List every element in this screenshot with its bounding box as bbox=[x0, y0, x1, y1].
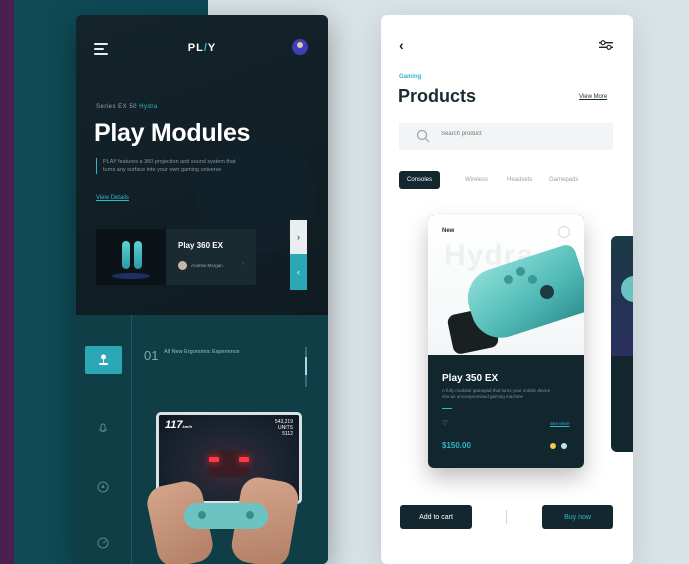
car-tail-light-left bbox=[209, 457, 219, 462]
gamepad-image bbox=[184, 503, 268, 529]
gamepad-dpad bbox=[540, 285, 554, 299]
gamepad-button bbox=[504, 275, 513, 284]
search-box[interactable] bbox=[399, 123, 613, 150]
tab-gamepads[interactable]: Gamepads bbox=[549, 171, 578, 189]
favorite-toggle[interactable] bbox=[558, 226, 570, 238]
tab-consoles[interactable]: Consoles bbox=[399, 171, 441, 189]
view-more-link[interactable]: View More bbox=[579, 94, 607, 100]
page-title: Products bbox=[398, 86, 477, 106]
rail-item-joystick[interactable] bbox=[85, 346, 122, 374]
product-description: A fully modular gamepad that turns your … bbox=[442, 388, 551, 399]
joystick-icon bbox=[99, 354, 108, 365]
product-image: New Hydra bbox=[428, 215, 584, 356]
background-purple-strip bbox=[0, 0, 14, 564]
play-modules-screen: PL/Y Series EX 50 Hydra Play Modules PLA… bbox=[76, 15, 328, 564]
product-name: Play 350 EX bbox=[442, 373, 499, 384]
category-kicker: Gaming bbox=[399, 74, 422, 80]
side-navigation bbox=[76, 315, 132, 564]
next-product-card[interactable] bbox=[611, 236, 633, 452]
product-price: $150.00 bbox=[442, 441, 471, 450]
heart-icon[interactable]: ♡ bbox=[442, 419, 448, 427]
brand-logo: PL/Y bbox=[187, 42, 217, 54]
back-arrow-icon[interactable]: ‹ bbox=[399, 37, 404, 53]
chevron-left-icon[interactable]: ‹ bbox=[290, 254, 307, 290]
hud-stats: 543,219 UNITS 5112 bbox=[274, 419, 293, 437]
series-label: Series EX 50 Hydra bbox=[96, 104, 158, 110]
gauge-icon[interactable] bbox=[97, 537, 109, 549]
product-thumbnail bbox=[96, 229, 166, 285]
feature-section: 01 All New Ergonomic Experience 117km/h … bbox=[76, 315, 328, 564]
search-icon bbox=[416, 129, 430, 143]
buy-now-button[interactable]: Buy now bbox=[542, 505, 613, 529]
car-tail-light-right bbox=[239, 457, 249, 462]
tab-wireless[interactable]: Wireless bbox=[465, 171, 488, 189]
hero-section: PL/Y Series EX 50 Hydra Play Modules PLA… bbox=[76, 15, 328, 315]
author-avatar bbox=[178, 261, 187, 270]
mic-icon[interactable] bbox=[97, 423, 109, 435]
see-more-link[interactable]: See More bbox=[550, 421, 570, 426]
products-screen: ‹ Gaming Products View More Consoles Wir… bbox=[381, 15, 633, 564]
add-to-cart-button[interactable]: Add to cart bbox=[400, 505, 472, 529]
controller-right-image bbox=[134, 241, 142, 269]
tab-headsets[interactable]: Headsets bbox=[507, 171, 532, 189]
filter-icon[interactable] bbox=[599, 40, 613, 50]
hud-speed: 117km/h bbox=[165, 419, 192, 431]
feature-progress bbox=[305, 347, 307, 387]
color-swatch-teal[interactable] bbox=[561, 443, 567, 449]
game-car bbox=[209, 451, 249, 477]
search-input[interactable] bbox=[441, 131, 601, 137]
button-divider bbox=[506, 510, 507, 524]
product-card[interactable]: New Hydra Play 350 EX A fully modular ga… bbox=[428, 215, 584, 468]
author-name: Andrew Morgan bbox=[191, 263, 223, 268]
category-tabs: Consoles Wireless Headsets Gamepads bbox=[399, 171, 619, 191]
product-card[interactable]: Play 360 EX Andrew Morgan › bbox=[96, 229, 256, 285]
hero-description: PLAY features a 360 projection and sound… bbox=[96, 158, 244, 174]
profile-icon[interactable] bbox=[292, 39, 308, 55]
gamepad-button bbox=[528, 275, 537, 284]
controller-left-image bbox=[122, 241, 130, 269]
chevron-right-icon: › bbox=[242, 261, 244, 267]
color-swatch-yellow[interactable] bbox=[550, 443, 556, 449]
feature-number: 01 bbox=[144, 348, 159, 363]
feature-text: All New Ergonomic Experience bbox=[164, 349, 240, 355]
new-badge: New bbox=[442, 228, 455, 234]
product-name: Play 360 EX bbox=[178, 241, 223, 250]
chevron-right-icon[interactable]: › bbox=[290, 220, 307, 254]
thumbnail-glow bbox=[112, 273, 150, 279]
hero-title: Play Modules bbox=[94, 119, 251, 147]
view-details-link[interactable]: View Details bbox=[96, 195, 129, 201]
gamepad-button bbox=[516, 267, 525, 276]
divider bbox=[442, 408, 452, 409]
compass-icon[interactable] bbox=[97, 481, 109, 493]
